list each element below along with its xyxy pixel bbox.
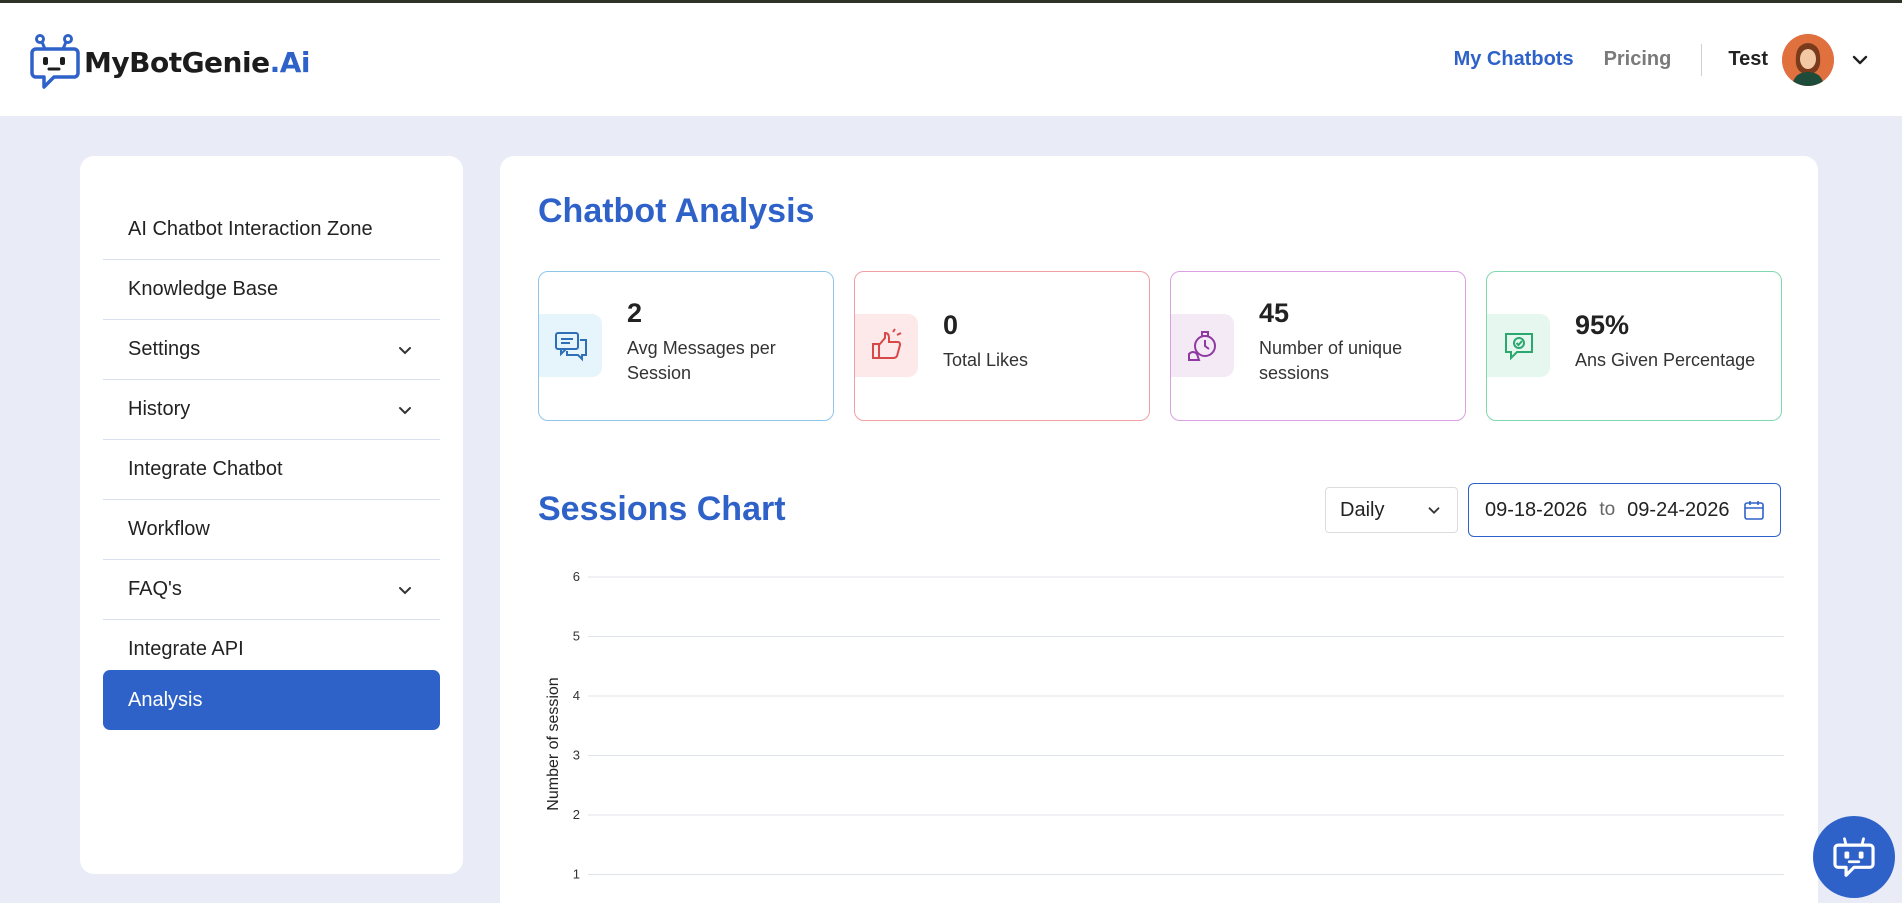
period-select-value: Daily bbox=[1340, 498, 1385, 521]
y-tick-label: 2 bbox=[573, 807, 580, 822]
chat-bubbles-icon bbox=[539, 314, 602, 377]
page-title: Chatbot Analysis bbox=[538, 192, 815, 230]
chevron-down-icon bbox=[399, 586, 411, 594]
stat-value: 0 bbox=[943, 310, 959, 340]
stat-value: 95% bbox=[1575, 310, 1630, 340]
chevron-down-icon[interactable] bbox=[1848, 48, 1872, 72]
period-select[interactable]: Daily bbox=[1325, 487, 1458, 533]
sidebar-item-settings[interactable]: Settings bbox=[103, 320, 440, 380]
check-message-icon bbox=[1487, 314, 1550, 377]
stat-value: 2 bbox=[627, 298, 643, 328]
chevron-down-icon bbox=[399, 346, 411, 354]
chatbot-icon bbox=[1833, 837, 1875, 877]
sidebar-item-label: FAQ's bbox=[128, 578, 182, 600]
sidebar-item-knowledge-base[interactable]: Knowledge Base bbox=[103, 260, 440, 320]
sidebar-item-label: Analysis bbox=[128, 688, 203, 711]
y-tick-label: 1 bbox=[573, 867, 580, 882]
sidebar-item-label: Integrate Chatbot bbox=[128, 458, 283, 480]
main-panel: Chatbot Analysis 2 Avg Messages per Sess… bbox=[500, 156, 1818, 903]
sidebar-item-faqs[interactable]: FAQ's bbox=[103, 560, 440, 620]
sessions-chart: 6 5 4 3 2 1 Number of session bbox=[545, 569, 1784, 882]
stat-card-total-likes: 0 Total Likes bbox=[854, 271, 1150, 421]
sidebar-item-label: History bbox=[128, 398, 191, 420]
y-tick-label: 5 bbox=[573, 629, 580, 644]
stat-label: Total Likes bbox=[943, 350, 1029, 370]
nav-divider bbox=[1701, 43, 1703, 76]
avatar[interactable] bbox=[1782, 33, 1834, 86]
top-header: MyBotGenie.Ai My Chatbots Pricing Test bbox=[0, 3, 1902, 116]
y-tick-label: 3 bbox=[573, 748, 580, 763]
brand-logo[interactable]: MyBotGenie.Ai bbox=[28, 33, 310, 91]
date-to[interactable]: 09-24-2026 bbox=[1627, 499, 1729, 522]
top-nav: My Chatbots Pricing Test bbox=[1454, 3, 1902, 116]
thumbs-up-icon bbox=[855, 314, 918, 377]
sidebar-item-label: AI Chatbot Interaction Zone bbox=[128, 218, 373, 240]
sidebar-item-label: Settings bbox=[128, 338, 201, 360]
nav-pricing[interactable]: Pricing bbox=[1604, 48, 1672, 71]
sidebar-item-analysis[interactable]: Analysis bbox=[103, 670, 440, 730]
stat-card-avg-messages: 2 Avg Messages per Session bbox=[538, 271, 834, 421]
session-timer-icon bbox=[1171, 314, 1234, 377]
sidebar-item-label: Knowledge Base bbox=[128, 278, 279, 300]
y-axis-label: Number of session bbox=[545, 677, 562, 810]
date-from[interactable]: 09-18-2026 bbox=[1485, 499, 1587, 522]
stat-label: Number of unique sessions bbox=[1259, 338, 1403, 383]
y-tick-label: 6 bbox=[573, 569, 580, 584]
stat-label: Avg Messages per Session bbox=[627, 338, 776, 383]
date-to-word: to bbox=[1599, 499, 1616, 520]
stat-label: Ans Given Percentage bbox=[1575, 350, 1756, 370]
calendar-icon[interactable] bbox=[1742, 498, 1766, 522]
sidebar-item-history[interactable]: History bbox=[103, 380, 440, 440]
brand-name: MyBotGenie.Ai bbox=[84, 45, 310, 79]
y-tick-label: 4 bbox=[573, 688, 580, 703]
sessions-chart-title: Sessions Chart bbox=[538, 490, 786, 528]
sidebar-item-workflow[interactable]: Workflow bbox=[103, 500, 440, 560]
stat-card-unique-sessions: 45 Number of unique sessions bbox=[1170, 271, 1466, 421]
sidebar-item-label: Workflow bbox=[128, 518, 210, 540]
stat-card-ans-given: 95% Ans Given Percentage bbox=[1486, 271, 1782, 421]
chevron-down-icon bbox=[1428, 507, 1440, 514]
sidebar: AI Chatbot Interaction Zone Knowledge Ba… bbox=[80, 156, 463, 874]
chevron-down-icon bbox=[399, 406, 411, 414]
sidebar-item-integrate-chatbot[interactable]: Integrate Chatbot bbox=[103, 440, 440, 500]
nav-my-chatbots[interactable]: My Chatbots bbox=[1454, 48, 1574, 71]
user-name[interactable]: Test bbox=[1728, 48, 1768, 71]
sidebar-item-label: Integrate API bbox=[128, 638, 244, 660]
sidebar-item-ai-chatbot-interaction-zone[interactable]: AI Chatbot Interaction Zone bbox=[103, 200, 440, 260]
stat-value: 45 bbox=[1259, 298, 1290, 328]
chatbot-launcher-button[interactable] bbox=[1813, 816, 1895, 898]
robot-chat-icon bbox=[30, 34, 80, 89]
date-range-picker[interactable]: 09-18-2026 to 09-24-2026 bbox=[1468, 483, 1781, 537]
